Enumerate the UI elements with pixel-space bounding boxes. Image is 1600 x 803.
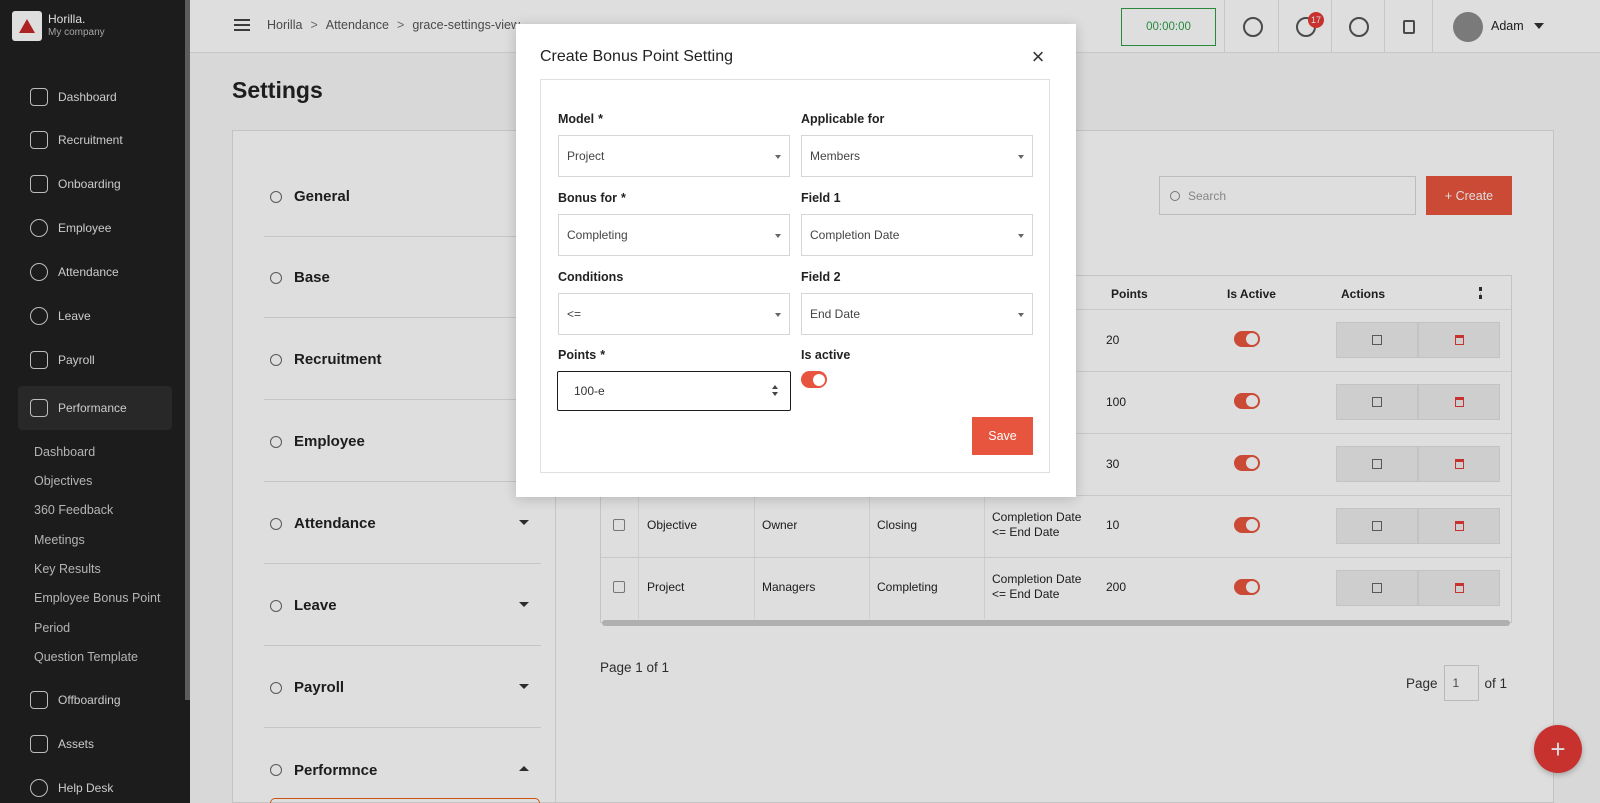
required-mark: * (598, 112, 603, 126)
label-text: Bonus for (558, 191, 618, 205)
field1-select[interactable]: Completion Date (801, 214, 1033, 256)
required-mark: * (600, 348, 606, 362)
applicable-for-select[interactable]: Members (801, 135, 1033, 177)
bonus-for-select[interactable]: Completing (558, 214, 790, 256)
field2-label: Field 2 (801, 270, 841, 284)
select-value: Members (810, 149, 861, 163)
conditions-select[interactable]: <= (558, 293, 790, 335)
points-label: Points * (558, 348, 605, 362)
close-icon[interactable]: × (1028, 46, 1048, 68)
select-value: Completing (567, 228, 628, 242)
select-value: Project (567, 149, 605, 163)
applicable-for-label: Applicable for (801, 112, 885, 126)
label-text: Points (558, 348, 597, 362)
bonus-for-label: Bonus for * (558, 191, 626, 205)
field1-label: Field 1 (801, 191, 841, 205)
is-active-toggle[interactable] (801, 371, 827, 388)
select-value: <= (567, 307, 582, 321)
label-text: Model (558, 112, 595, 126)
select-value: End Date (810, 307, 861, 321)
input-value: 100-e (574, 384, 605, 398)
conditions-label: Conditions (558, 270, 624, 284)
required-mark: * (621, 191, 626, 205)
is-active-label: Is active (801, 348, 851, 362)
model-select[interactable]: Project (558, 135, 790, 177)
modal-title: Create Bonus Point Setting (540, 48, 734, 65)
save-button[interactable]: Save (972, 417, 1033, 455)
field2-select[interactable]: End Date (801, 293, 1033, 335)
model-label: Model * (558, 112, 603, 126)
select-value: Completion Date (810, 228, 900, 242)
points-input[interactable]: 100-e (557, 371, 791, 411)
